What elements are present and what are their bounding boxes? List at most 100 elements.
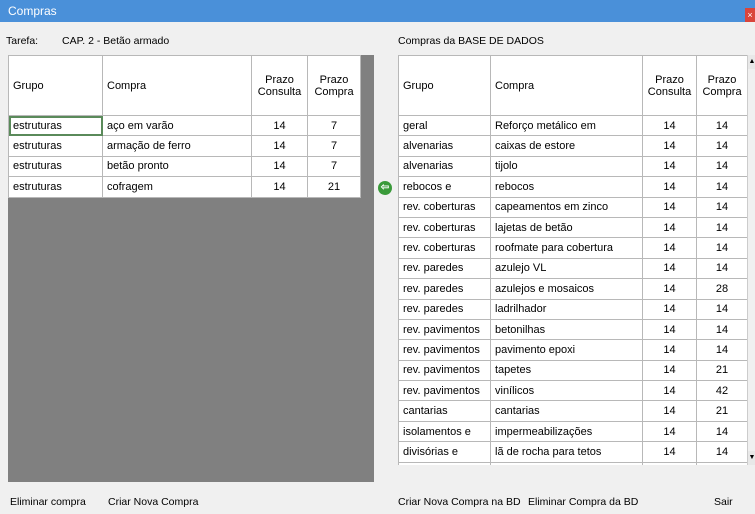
table-row[interactable]: isolamentos e impermeabilizações 14 14 bbox=[398, 420, 747, 443]
cell-grupo[interactable]: isolamentos e bbox=[398, 420, 491, 443]
cell-prazo-consulta[interactable]: 14 bbox=[642, 114, 697, 137]
cell-grupo[interactable]: rev. pavimentos bbox=[398, 359, 491, 382]
cell-compra[interactable]: azulejo VL bbox=[490, 257, 643, 280]
cell-prazo-consulta[interactable]: 14 bbox=[251, 176, 308, 198]
cell-compra[interactable]: armação de ferro bbox=[102, 135, 252, 157]
cell-compra[interactable]: cofragem bbox=[102, 176, 252, 198]
table-row[interactable]: cantarias cantarias 14 21 bbox=[398, 400, 747, 422]
cell-compra[interactable]: capeamentos em zinco bbox=[490, 196, 643, 218]
cell-compra[interactable]: tapetes bbox=[490, 359, 643, 382]
cell-compra[interactable]: caixas de estore bbox=[490, 135, 643, 157]
cell-grupo[interactable]: rev. pavimentos bbox=[398, 380, 491, 402]
col-header-grupo[interactable]: Grupo bbox=[398, 55, 491, 116]
table-row[interactable]: geral Reforço metálico em 14 14 bbox=[398, 114, 747, 137]
cell-prazo-consulta[interactable]: 14 bbox=[642, 318, 697, 341]
cell-grupo[interactable]: rev. paredes bbox=[398, 298, 491, 320]
cell-prazo-compra[interactable]: 7 bbox=[307, 135, 361, 157]
cell-compra[interactable]: azulejos e mosaicos bbox=[490, 278, 643, 300]
cell-grupo[interactable]: rebocos e bbox=[398, 176, 491, 198]
cell-prazo-compra[interactable]: 14 bbox=[696, 420, 747, 443]
cell-grupo[interactable]: rev. pavimentos bbox=[398, 318, 491, 341]
cell-compra[interactable]: Reforço metálico em bbox=[490, 114, 643, 137]
table-row[interactable]: rev. pavimentos tapetes 14 21 bbox=[398, 359, 747, 382]
cell-compra[interactable]: lã de rocha para tetos bbox=[490, 441, 643, 463]
table-row[interactable]: estruturas cofragem 14 21 bbox=[8, 176, 361, 198]
table-row[interactable]: rev. coberturas capeamentos em zinco 14 14 bbox=[398, 196, 747, 218]
table-row[interactable]: rev. pavimentos betonilhas 14 14 bbox=[398, 318, 747, 341]
cell-prazo-compra[interactable]: 14 bbox=[696, 135, 747, 157]
table-row[interactable]: rev. coberturas lajetas de betão 14 14 bbox=[398, 216, 747, 239]
cell-compra[interactable]: vinílicos bbox=[490, 380, 643, 402]
cell-prazo-consulta[interactable]: 14 bbox=[642, 196, 697, 218]
cell-prazo-compra[interactable]: 7 bbox=[307, 114, 361, 137]
cell-prazo-consulta[interactable]: 14 bbox=[642, 135, 697, 157]
col-header-compra[interactable]: Compra bbox=[490, 55, 643, 116]
cell-compra[interactable]: rebocos bbox=[490, 176, 643, 198]
cell-grupo[interactable]: alvenarias bbox=[398, 135, 491, 157]
table-row[interactable]: divisórias e lã de rocha para tetos 14 14 bbox=[398, 441, 747, 463]
cell-compra[interactable]: cantarias bbox=[490, 400, 643, 422]
cell-prazo-compra[interactable]: 14 bbox=[696, 237, 747, 259]
cell-grupo[interactable]: rev. paredes bbox=[398, 257, 491, 280]
table-row[interactable]: estruturas armação de ferro 14 7 bbox=[8, 135, 361, 157]
table-row[interactable]: rebocos e rebocos 14 14 bbox=[398, 176, 747, 198]
col-header-compra[interactable]: Compra bbox=[102, 55, 252, 116]
scroll-down-icon[interactable]: ▼ bbox=[748, 451, 755, 465]
cell-grupo[interactable]: rev. pavimentos bbox=[398, 339, 491, 361]
create-db-purchase-button[interactable]: Criar Nova Compra na BD bbox=[398, 496, 521, 508]
cell-prazo-compra[interactable]: 21 bbox=[307, 176, 361, 198]
col-header-prazo-consulta[interactable]: Prazo Consulta bbox=[642, 55, 697, 116]
table-row[interactable]: rev. paredes azulejo VL 14 14 bbox=[398, 257, 747, 280]
cell-grupo[interactable]: alvenarias bbox=[398, 155, 491, 178]
cell-compra[interactable]: roofmate para cobertura bbox=[490, 237, 643, 259]
cell-grupo[interactable]: rev. coberturas bbox=[398, 216, 491, 239]
cell-compra[interactable]: betonilhas bbox=[490, 318, 643, 341]
cell-prazo-consulta[interactable]: 14 bbox=[251, 114, 308, 137]
cell-prazo-consulta[interactable]: 14 bbox=[642, 176, 697, 198]
cell-grupo[interactable]: estruturas bbox=[8, 176, 103, 198]
cell-prazo-compra[interactable]: 7 bbox=[307, 155, 361, 178]
col-header-prazo-compra[interactable]: Prazo Compra bbox=[307, 55, 361, 116]
exit-button[interactable]: Sair bbox=[714, 496, 733, 508]
cell-grupo[interactable]: rev. paredes bbox=[398, 278, 491, 300]
cell-prazo-consulta[interactable]: 14 bbox=[642, 216, 697, 239]
arrow-left-icon[interactable]: ⇦ bbox=[378, 181, 392, 195]
table-row[interactable]: rev. pavimentos pavimento epoxi 14 14 bbox=[398, 339, 747, 361]
cell-prazo-consulta[interactable]: 14 bbox=[642, 400, 697, 422]
table-row[interactable]: rev. paredes azulejos e mosaicos 14 28 bbox=[398, 278, 747, 300]
cell-prazo-compra[interactable]: 14 bbox=[696, 155, 747, 178]
cell-prazo-compra[interactable]: 21 bbox=[696, 359, 747, 382]
cell-prazo-consulta[interactable]: 14 bbox=[642, 420, 697, 443]
table-row[interactable]: estruturas betão pronto 14 7 bbox=[8, 155, 361, 178]
scroll-up-icon[interactable]: ▲ bbox=[748, 55, 755, 69]
close-icon[interactable]: × bbox=[745, 8, 755, 22]
cell-grupo[interactable]: divisórias e bbox=[398, 441, 491, 463]
cell-prazo-consulta[interactable]: 14 bbox=[251, 135, 308, 157]
cell-prazo-consulta[interactable]: 14 bbox=[642, 359, 697, 382]
table-row[interactable]: alvenarias tijolo 14 14 bbox=[398, 155, 747, 178]
table-row[interactable]: divisórias etetos falsos1414 bbox=[398, 461, 747, 465]
cell-prazo-compra[interactable]: 14 bbox=[696, 318, 747, 341]
col-header-grupo[interactable]: Grupo bbox=[8, 55, 103, 116]
cell-prazo-compra[interactable]: 14 bbox=[696, 196, 747, 218]
table-row[interactable]: rev. paredes ladrilhador 14 14 bbox=[398, 298, 747, 320]
cell-grupo[interactable]: divisórias e bbox=[398, 461, 491, 465]
cell-grupo[interactable]: rev. coberturas bbox=[398, 196, 491, 218]
cell-compra[interactable]: pavimento epoxi bbox=[490, 339, 643, 361]
cell-prazo-consulta[interactable]: 14 bbox=[642, 257, 697, 280]
cell-prazo-compra[interactable]: 14 bbox=[696, 298, 747, 320]
cell-prazo-consulta[interactable]: 14 bbox=[642, 380, 697, 402]
col-header-prazo-compra[interactable]: Prazo Compra bbox=[696, 55, 747, 116]
cell-prazo-consulta[interactable]: 14 bbox=[642, 461, 697, 465]
cell-compra[interactable]: aço em varão bbox=[102, 114, 252, 137]
cell-prazo-consulta[interactable]: 14 bbox=[642, 278, 697, 300]
cell-prazo-consulta[interactable]: 14 bbox=[642, 339, 697, 361]
cell-prazo-compra[interactable]: 28 bbox=[696, 278, 747, 300]
col-header-prazo-consulta[interactable]: Prazo Consulta bbox=[251, 55, 308, 116]
cell-grupo[interactable]: estruturas bbox=[8, 135, 103, 157]
cell-prazo-compra[interactable]: 42 bbox=[696, 380, 747, 402]
cell-grupo[interactable]: estruturas bbox=[8, 114, 103, 137]
cell-prazo-compra[interactable]: 14 bbox=[696, 216, 747, 239]
cell-grupo[interactable]: cantarias bbox=[398, 400, 491, 422]
cell-prazo-consulta[interactable]: 14 bbox=[642, 441, 697, 463]
